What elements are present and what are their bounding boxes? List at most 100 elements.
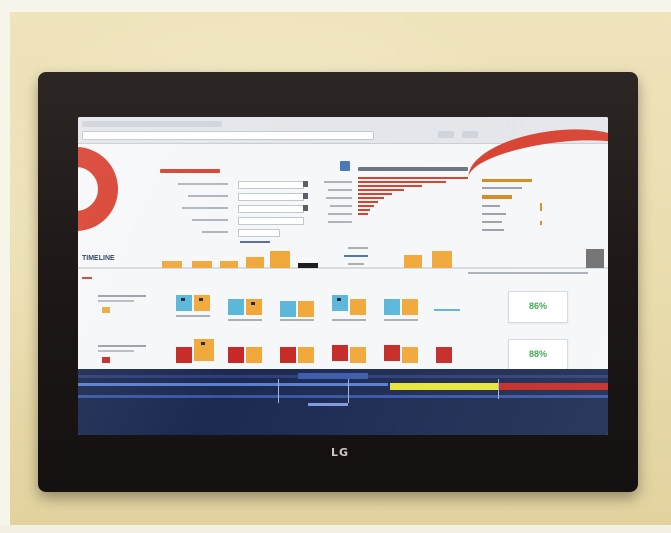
- kpi-label: [482, 221, 502, 223]
- chart-bar: [358, 177, 468, 179]
- timeline-bar[interactable]: [220, 261, 238, 268]
- tv-screen: TIMELINE 86% 88%: [78, 117, 608, 435]
- status-caption: [332, 319, 366, 321]
- status-square[interactable]: [228, 299, 244, 315]
- percent-value: 86%: [528, 301, 547, 311]
- status-caption: [384, 319, 418, 321]
- chart-label: [330, 205, 352, 207]
- timeline-bar[interactable]: [432, 251, 452, 268]
- timeline-bar[interactable]: [246, 257, 264, 268]
- kpi-label: [482, 229, 504, 231]
- form-label: [192, 219, 228, 221]
- status-marker: [199, 298, 203, 301]
- status-square[interactable]: [298, 301, 314, 317]
- chart-bar: [358, 189, 404, 191]
- form-label: [202, 231, 228, 233]
- form-field[interactable]: [238, 181, 304, 189]
- row-header: [98, 295, 168, 319]
- kpi-marker: [540, 203, 542, 211]
- kpi-marker: [540, 221, 542, 225]
- timeline-bar[interactable]: [270, 251, 290, 268]
- timeline-bar[interactable]: [192, 261, 212, 268]
- toolbar-button[interactable]: [462, 131, 478, 138]
- timeline-label: [348, 247, 368, 249]
- status-caption: [434, 309, 460, 311]
- chart-title: [358, 167, 468, 171]
- form-field[interactable]: [238, 229, 280, 237]
- browser-tab[interactable]: [82, 121, 222, 127]
- kpi-label: [482, 205, 500, 207]
- dropdown-icon[interactable]: [303, 181, 308, 187]
- link[interactable]: [240, 241, 270, 243]
- chart-bar: [358, 201, 378, 203]
- kpi-label: [482, 213, 506, 215]
- form-field[interactable]: [238, 205, 304, 213]
- timeline-label: [344, 255, 368, 257]
- kpi-label: [482, 187, 522, 189]
- photo-border: [0, 525, 671, 533]
- status-square[interactable]: [436, 347, 452, 363]
- timeline-bar[interactable]: [298, 263, 318, 268]
- status-square[interactable]: [402, 347, 418, 363]
- legend-swatch: [82, 277, 92, 279]
- chart-bar: [358, 181, 446, 183]
- kpi-title: [482, 179, 532, 182]
- bottom-status-panel: [78, 369, 608, 435]
- timeline-axis-labels: [468, 272, 588, 274]
- status-marker: [181, 298, 185, 301]
- dropdown-icon[interactable]: [303, 193, 308, 199]
- status-marker: [251, 302, 255, 305]
- red-arc-graphic: [78, 147, 118, 231]
- address-bar[interactable]: [82, 131, 374, 140]
- status-square[interactable]: [350, 347, 366, 363]
- status-square[interactable]: [280, 347, 296, 363]
- tv-logo: LG: [330, 446, 350, 459]
- chart-label: [324, 181, 352, 183]
- photo-border: [0, 0, 671, 12]
- status-caption: [176, 315, 210, 317]
- status-square[interactable]: [332, 345, 348, 361]
- status-square[interactable]: [350, 299, 366, 315]
- chart-bar: [358, 197, 384, 199]
- status-square[interactable]: [176, 347, 192, 363]
- form-field[interactable]: [238, 193, 304, 201]
- status-square[interactable]: [298, 347, 314, 363]
- status-square[interactable]: [280, 301, 296, 317]
- kpi-value: [482, 195, 512, 199]
- timeline-bar[interactable]: [586, 249, 604, 268]
- form-label: [188, 195, 228, 197]
- chart-bar: [358, 185, 422, 187]
- status-caption: [228, 319, 262, 321]
- photo-border: [0, 0, 10, 533]
- chart-icon: [340, 161, 350, 171]
- percent-card: 88%: [508, 339, 568, 371]
- status-square[interactable]: [384, 299, 400, 315]
- status-square[interactable]: [228, 347, 244, 363]
- chart-bar: [358, 213, 368, 215]
- form-field[interactable]: [238, 217, 304, 225]
- status-strip-alert: [498, 383, 608, 390]
- status-square[interactable]: [246, 347, 262, 363]
- timeline-label: [348, 263, 364, 265]
- chart-bar: [358, 205, 374, 207]
- percent-card: 86%: [508, 291, 568, 323]
- timeline-bar[interactable]: [404, 255, 422, 268]
- timeline-bar[interactable]: [162, 261, 182, 268]
- chart-label: [326, 197, 352, 199]
- panel-title: [160, 169, 220, 173]
- status-strip: [308, 403, 348, 406]
- status-divider: [278, 379, 279, 403]
- status-strip-warning: [390, 383, 498, 390]
- form-label: [178, 183, 228, 185]
- status-strip: [78, 383, 388, 386]
- chart-label: [328, 221, 352, 223]
- status-square[interactable]: [402, 299, 418, 315]
- status-square[interactable]: [384, 345, 400, 361]
- status-header: [298, 373, 368, 379]
- dropdown-icon[interactable]: [303, 205, 308, 211]
- chart-label: [328, 213, 352, 215]
- chart-bar: [358, 209, 370, 211]
- status-marker: [337, 298, 341, 301]
- row-header: [98, 345, 168, 369]
- toolbar-button[interactable]: [438, 131, 454, 138]
